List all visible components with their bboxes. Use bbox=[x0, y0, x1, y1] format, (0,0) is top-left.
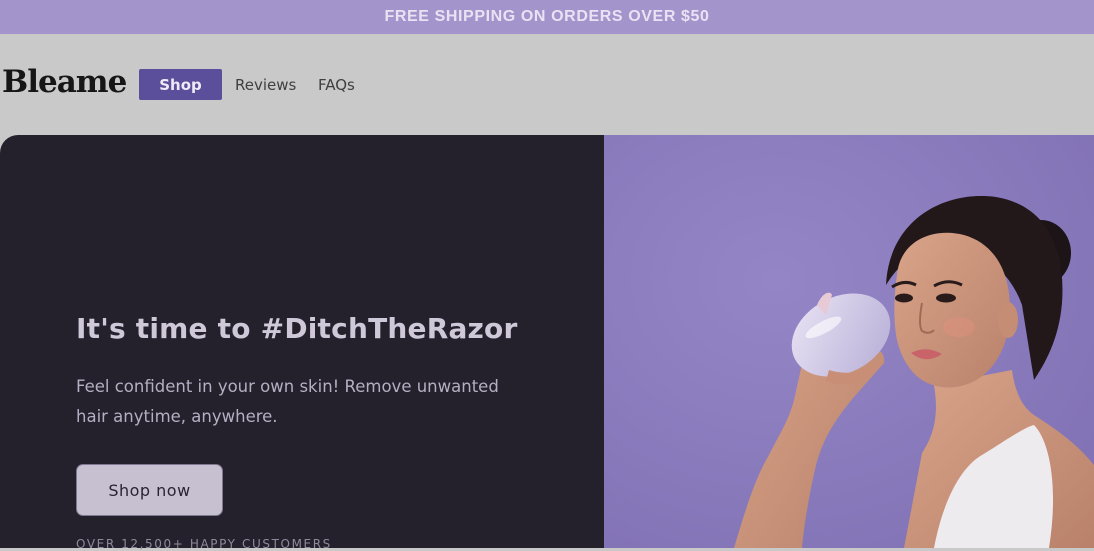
brand-logo[interactable]: Bleame bbox=[2, 64, 127, 100]
hero-text-panel: It's time to #DitchTheRazor Feel confide… bbox=[0, 135, 604, 551]
hero-subcopy: Feel confident in your own skin! Remove … bbox=[76, 377, 499, 426]
eye-right bbox=[936, 293, 956, 303]
nav-reviews-link[interactable]: Reviews bbox=[235, 76, 296, 94]
eye-left bbox=[895, 293, 913, 303]
nav-shop-button[interactable]: Shop bbox=[139, 69, 222, 100]
site-header: Bleame Shop Reviews FAQs bbox=[0, 34, 1094, 135]
hero-headline: It's time to #DitchTheRazor bbox=[76, 312, 518, 345]
nav-faqs-link[interactable]: FAQs bbox=[318, 76, 355, 94]
hero-photo-illustration bbox=[604, 135, 1094, 548]
shop-now-button[interactable]: Shop now bbox=[76, 464, 223, 516]
hero-image bbox=[604, 135, 1094, 548]
announcement-bar: FREE SHIPPING ON ORDERS OVER $50 bbox=[0, 0, 1094, 34]
social-proof-text: OVER 12,500+ HAPPY CUSTOMERS bbox=[76, 537, 332, 551]
face bbox=[894, 232, 1010, 388]
announcement-text: FREE SHIPPING ON ORDERS OVER $50 bbox=[384, 8, 710, 25]
